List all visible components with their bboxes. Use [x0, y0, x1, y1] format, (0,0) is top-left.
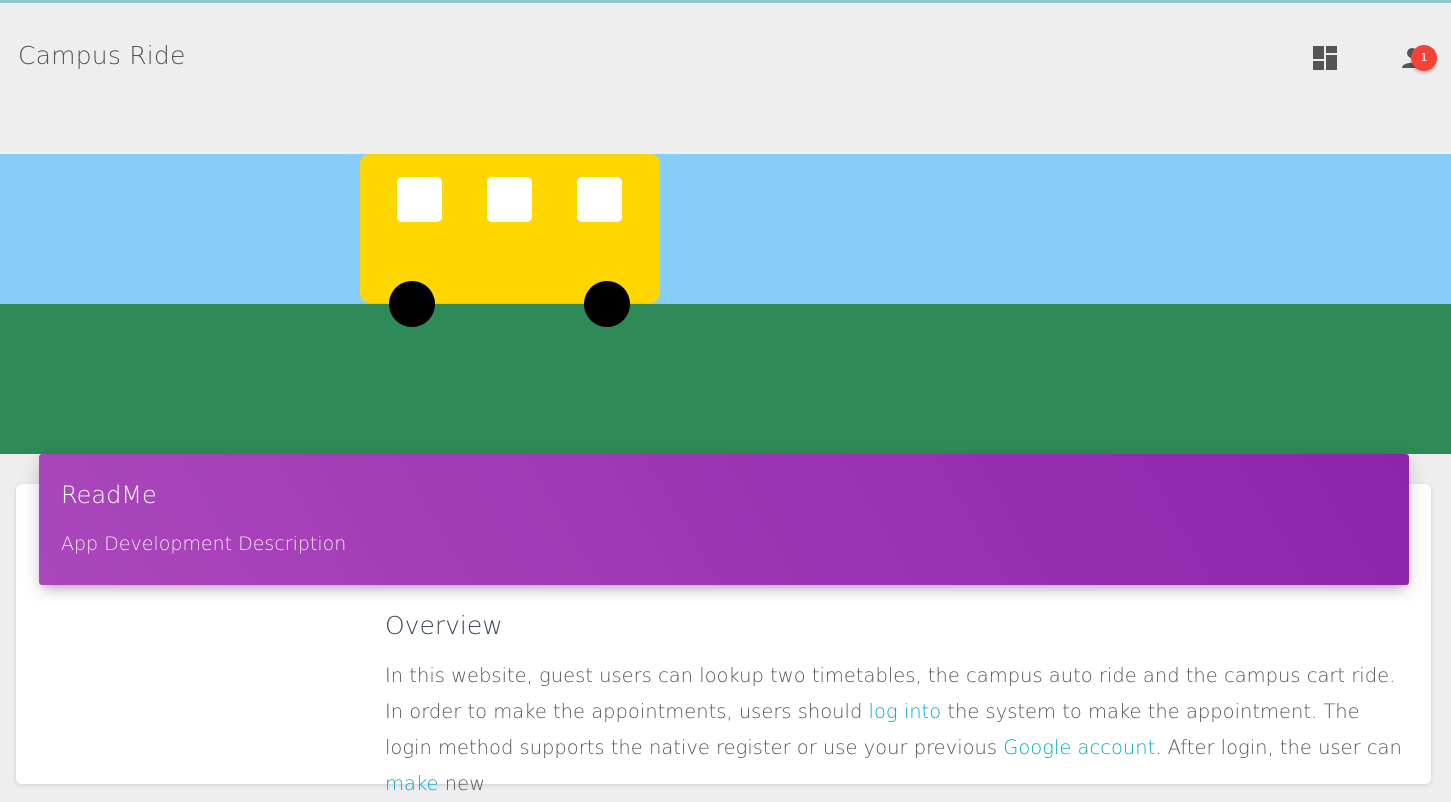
bus-wheel [389, 281, 435, 327]
bus-window [397, 177, 442, 222]
sky [0, 154, 1451, 304]
card-title: ReadMe [61, 481, 157, 509]
bus-window [577, 177, 622, 222]
bus-window [487, 177, 532, 222]
card-subtitle: App Development Description [61, 533, 347, 555]
grass [0, 304, 1451, 454]
bus-wheel [584, 281, 630, 327]
brand-title[interactable]: Campus Ride [18, 41, 186, 70]
paragraph-text: new [438, 772, 486, 795]
bus-body [360, 154, 660, 327]
readme-content: Overview In this website, guest users ca… [385, 608, 1410, 802]
user-menu-button[interactable]: 1 [1398, 43, 1438, 77]
bus-banner-illustration [0, 154, 1451, 454]
overview-paragraph: In this website, guest users can lookup … [385, 658, 1410, 802]
dashboard-icon[interactable] [1313, 46, 1337, 70]
navbar: Campus Ride 1 [0, 3, 1451, 113]
readme-card-header: ReadMe App Development Description [39, 454, 1409, 585]
notification-badge: 1 [1411, 45, 1437, 71]
login-link[interactable]: log into [869, 700, 942, 723]
make-appointment-link[interactable]: make [385, 772, 439, 795]
overview-heading: Overview [385, 611, 503, 640]
